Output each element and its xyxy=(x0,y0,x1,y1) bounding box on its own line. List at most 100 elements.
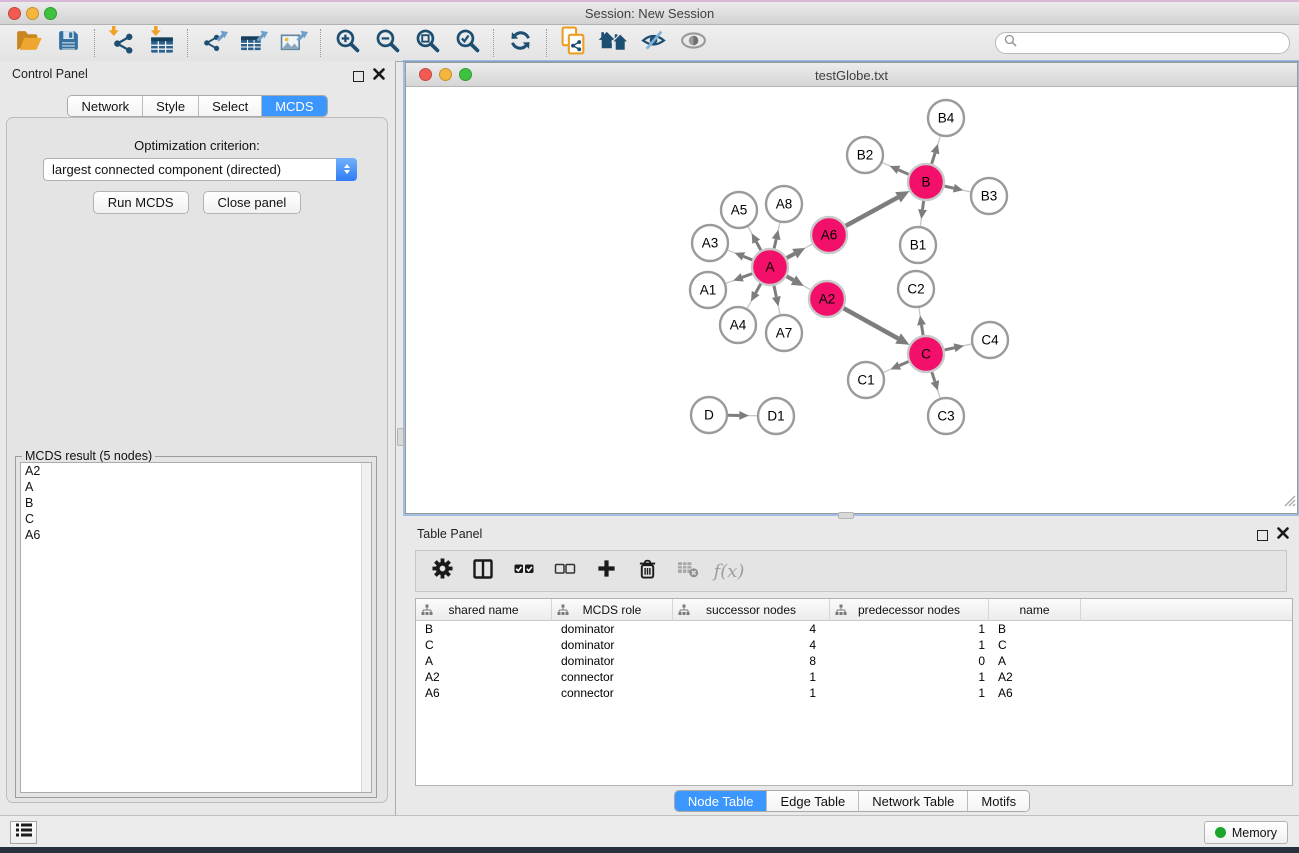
optimization-criterion-dropdown[interactable]: largest connected component (directed) xyxy=(43,158,357,181)
graph-node-A4[interactable]: A4 xyxy=(720,307,756,343)
table-cell[interactable]: 0 xyxy=(830,653,989,669)
zoom-in-button[interactable] xyxy=(327,27,367,59)
mcds-result-item[interactable]: A xyxy=(21,479,371,495)
close-panel-icon[interactable] xyxy=(373,67,385,85)
table-cell[interactable]: connector xyxy=(552,685,673,701)
search-box[interactable] xyxy=(995,32,1290,54)
network-canvas[interactable]: B4B2BB3A5A8A6A3B1AA1C2A2A4A7CC4C1C3DD1 xyxy=(406,87,1297,513)
graph-node-B[interactable]: B xyxy=(908,164,944,200)
table-cell[interactable]: C xyxy=(989,637,1081,653)
table-cell[interactable]: 4 xyxy=(673,637,830,653)
graph-edge-C-C4[interactable] xyxy=(945,343,972,352)
table-cell[interactable]: dominator xyxy=(552,653,673,669)
graph-node-A8[interactable]: A8 xyxy=(766,186,802,222)
graph-node-C1[interactable]: C1 xyxy=(848,362,884,398)
table-cell[interactable]: A6 xyxy=(416,685,552,701)
tab-edge-table[interactable]: Edge Table xyxy=(767,791,859,811)
memory-button[interactable]: Memory xyxy=(1204,821,1288,844)
table-cell[interactable]: 1 xyxy=(673,669,830,685)
resize-grip-icon[interactable] xyxy=(1282,493,1296,512)
column-header-name[interactable]: name xyxy=(989,599,1081,621)
graph-node-A5[interactable]: A5 xyxy=(721,192,757,228)
zoom-out-button[interactable] xyxy=(367,27,407,59)
clone-network-button[interactable] xyxy=(553,27,593,59)
graph-edge-A6-B[interactable] xyxy=(846,191,910,226)
zoom-selected-button[interactable] xyxy=(447,27,487,59)
graph-edge-C-C1[interactable] xyxy=(883,361,908,372)
graph-edge-A-A4[interactable] xyxy=(747,284,761,309)
table-cell[interactable]: A6 xyxy=(989,685,1081,701)
tab-select[interactable]: Select xyxy=(199,96,262,116)
graph-edge-A-A8[interactable] xyxy=(772,223,781,249)
graph-node-A2[interactable]: A2 xyxy=(809,281,845,317)
settings-gear-button[interactable] xyxy=(429,558,455,584)
graph-node-C3[interactable]: C3 xyxy=(928,398,964,434)
column-header-shared-name[interactable]: shared name xyxy=(416,599,552,621)
export-image-button[interactable] xyxy=(274,27,314,59)
hide-graphics-details-button[interactable] xyxy=(633,27,673,59)
graph-node-A1[interactable]: A1 xyxy=(690,272,726,308)
export-network-button[interactable] xyxy=(194,27,234,59)
refresh-button[interactable] xyxy=(500,27,540,59)
graph-node-B3[interactable]: B3 xyxy=(971,178,1007,214)
tab-mcds[interactable]: MCDS xyxy=(262,96,326,116)
graph-node-A3[interactable]: A3 xyxy=(692,225,728,261)
graph-edge-D-D1[interactable] xyxy=(728,411,757,420)
graph-edge-C-C3[interactable] xyxy=(931,372,941,398)
tab-network[interactable]: Network xyxy=(68,96,143,116)
task-history-button[interactable] xyxy=(10,821,37,844)
float-panel-icon[interactable] xyxy=(353,71,364,82)
mcds-result-item[interactable]: C xyxy=(21,511,371,527)
mcds-result-item[interactable]: A2 xyxy=(21,463,371,479)
table-cell[interactable]: 1 xyxy=(830,669,989,685)
deselect-all-checkboxes-button[interactable] xyxy=(552,558,578,584)
graph-node-B4[interactable]: B4 xyxy=(928,100,964,136)
table-cell[interactable]: C xyxy=(416,637,552,653)
export-table-button[interactable] xyxy=(234,27,274,59)
table-cell[interactable]: B xyxy=(416,621,552,637)
network-window-titlebar[interactable]: testGlobe.txt xyxy=(406,63,1297,87)
close-panel-button[interactable]: Close panel xyxy=(203,191,302,214)
column-header-successor-nodes[interactable]: successor nodes xyxy=(673,599,830,621)
graph-edge-A-A6[interactable] xyxy=(787,244,813,258)
table-cell[interactable]: A2 xyxy=(416,669,552,685)
table-cell[interactable]: 8 xyxy=(673,653,830,669)
graph-node-A6[interactable]: A6 xyxy=(811,217,847,253)
graph-node-D1[interactable]: D1 xyxy=(758,398,794,434)
graph-node-C4[interactable]: C4 xyxy=(972,322,1008,358)
graph-edge-C-C2[interactable] xyxy=(917,308,926,335)
table-cell[interactable]: dominator xyxy=(552,637,673,653)
open-file-button[interactable] xyxy=(8,27,48,59)
import-table-button[interactable] xyxy=(141,27,181,59)
graph-edge-B-B3[interactable] xyxy=(945,184,971,193)
table-cell[interactable]: dominator xyxy=(552,621,673,637)
column-header-MCDS-role[interactable]: MCDS role xyxy=(552,599,673,621)
tab-network-table[interactable]: Network Table xyxy=(859,791,968,811)
tab-style[interactable]: Style xyxy=(143,96,199,116)
zoom-fit-button[interactable] xyxy=(407,27,447,59)
table-cell[interactable]: 1 xyxy=(673,685,830,701)
mcds-result-item[interactable]: A6 xyxy=(21,527,371,543)
graph-edge-B-B4[interactable] xyxy=(931,136,941,164)
graph-node-C2[interactable]: C2 xyxy=(898,271,934,307)
table-cell[interactable]: 1 xyxy=(830,621,989,637)
graph-edge-A-A1[interactable] xyxy=(726,273,752,283)
graph-edge-A2-C[interactable] xyxy=(844,308,910,345)
view-table-divider-handle[interactable] xyxy=(838,512,854,519)
table-cell[interactable]: A2 xyxy=(989,669,1081,685)
graph-node-D[interactable]: D xyxy=(691,397,727,433)
table-cell[interactable]: A xyxy=(416,653,552,669)
split-table-button[interactable] xyxy=(470,558,496,584)
graph-node-B2[interactable]: B2 xyxy=(847,137,883,173)
tab-motifs[interactable]: Motifs xyxy=(968,791,1029,811)
graph-edge-B-B1[interactable] xyxy=(918,201,927,226)
graph-edge-A-A7[interactable] xyxy=(772,286,781,315)
table-cell[interactable]: 4 xyxy=(673,621,830,637)
table-cell[interactable]: 1 xyxy=(830,637,989,653)
import-network-button[interactable] xyxy=(101,27,141,59)
table-cell[interactable]: B xyxy=(989,621,1081,637)
column-header-predecessor-nodes[interactable]: predecessor nodes xyxy=(830,599,989,621)
graph-edge-A-A5[interactable] xyxy=(748,227,761,251)
graph-node-B1[interactable]: B1 xyxy=(900,227,936,263)
mcds-result-item[interactable]: B xyxy=(21,495,371,511)
